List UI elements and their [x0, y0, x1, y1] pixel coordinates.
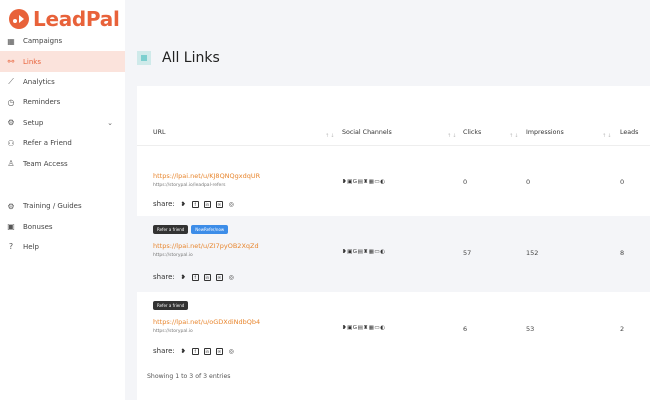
- tag-badge: NewRefer/now: [191, 225, 229, 234]
- table-header: URL ↑↓ Social Channels ↑↓ Clicks ↑↓ Impr…: [137, 122, 650, 146]
- clicks-value: 6: [463, 325, 468, 333]
- person-icon: ♙: [7, 159, 15, 169]
- sidebar-item-refer-a-friend[interactable]: ⚇ Refer a Friend: [0, 133, 125, 153]
- sidebar-item-analytics[interactable]: ⟋ Analytics: [0, 72, 125, 92]
- sidebar-item-label: Bonuses: [23, 222, 53, 231]
- column-header-social-channels[interactable]: Social Channels: [342, 129, 392, 136]
- settings-icon: ⚙: [7, 201, 15, 211]
- sidebar-secondary-nav: ⚙ Training / Guides ▣ Bonuses ? Help: [0, 196, 125, 257]
- column-header-leads[interactable]: Leads: [620, 129, 638, 136]
- impressions-value: 53: [526, 325, 535, 333]
- share-label: share:: [153, 347, 175, 355]
- leads-value: 2: [620, 325, 625, 333]
- sidebar-item-label: Campaigns: [23, 37, 63, 46]
- email-icon[interactable]: ✉: [215, 347, 223, 355]
- twitter-icon[interactable]: ❥: [180, 201, 187, 208]
- sidebar-item-links[interactable]: ⚯ Links: [0, 51, 125, 72]
- logo-icon: [9, 9, 29, 29]
- links-table-card: URL ↑↓ Social Channels ↑↓ Clicks ↑↓ Impr…: [137, 86, 650, 400]
- table-row: Refer a friend https://lpai.net/u/oGDXdi…: [137, 292, 650, 366]
- impressions-value: 152: [526, 249, 539, 257]
- share-bar: share: ❥ f in ✉ ◎: [153, 273, 235, 281]
- table-info: Showing 1 to 3 of 3 entries: [147, 373, 231, 380]
- users-icon: ⚇: [7, 138, 15, 148]
- grid-icon: ▦: [7, 36, 15, 46]
- sort-icon[interactable]: ↑↓: [325, 133, 335, 139]
- impressions-value: 0: [526, 178, 531, 186]
- sidebar-nav: ▦ Campaigns ⚯ Links ⟋ Analytics ◷ Remind…: [0, 31, 125, 174]
- help-icon: ?: [8, 242, 14, 252]
- twitter-icon[interactable]: ❥: [180, 348, 187, 355]
- sidebar-item-bonuses[interactable]: ▣ Bonuses: [0, 216, 125, 236]
- sidebar-item-label: Setup: [23, 118, 44, 127]
- social-channels: ❥▣G▤♜▦▭◐: [342, 249, 386, 255]
- facebook-icon[interactable]: f: [191, 200, 199, 208]
- chevron-down-icon: ⌄: [107, 118, 113, 127]
- sidebar-item-label: Help: [23, 242, 39, 251]
- brand-name: LeadPal: [33, 7, 120, 31]
- page-header: All Links: [125, 38, 220, 78]
- gear-icon: ⚙: [7, 118, 15, 128]
- sidebar-item-team-access[interactable]: ♙ Team Access: [0, 153, 125, 173]
- chart-icon: ⟋: [8, 76, 14, 86]
- table-row: Refer a friend NewRefer/now https://lpai…: [137, 216, 650, 292]
- whatsapp-icon[interactable]: ◎: [228, 201, 235, 208]
- table-row: https://lpai.net/u/KJ8QNQgxdqUR https://…: [137, 146, 650, 216]
- sidebar-item-help[interactable]: ? Help: [0, 237, 125, 257]
- destination-url: https://storypal.io: [153, 253, 193, 258]
- sidebar-item-label: Team Access: [23, 159, 68, 168]
- destination-url: https://storypal.io/leadpal-refers: [153, 183, 226, 188]
- clicks-value: 0: [463, 178, 468, 186]
- sidebar-item-label: Reminders: [23, 98, 61, 107]
- column-header-impressions[interactable]: Impressions: [526, 129, 564, 136]
- share-bar: share: ❥ f in ✉ ◎: [153, 200, 235, 208]
- short-url-link[interactable]: https://lpai.net/u/ZI7pyOB2XqZd: [153, 242, 259, 250]
- share-bar: share: ❥ f in ✉ ◎: [153, 347, 235, 355]
- money-icon: ▣: [7, 222, 15, 232]
- sidebar-item-label: Refer a Friend: [23, 139, 72, 148]
- short-url-link[interactable]: https://lpai.net/u/oGDXdiNdbQb4: [153, 318, 260, 326]
- short-url-link[interactable]: https://lpai.net/u/KJ8QNQgxdqUR: [153, 172, 260, 180]
- linkedin-icon[interactable]: in: [203, 200, 211, 208]
- tag-badge: Refer a friend: [153, 301, 189, 310]
- email-icon[interactable]: ✉: [215, 273, 223, 281]
- share-label: share:: [153, 200, 175, 208]
- share-label: share:: [153, 273, 175, 281]
- sidebar-item-campaigns[interactable]: ▦ Campaigns: [0, 31, 125, 51]
- clicks-value: 57: [463, 249, 472, 257]
- destination-url: https://storypal.io: [153, 329, 193, 334]
- social-channels: ❥▣G▤♜▦▭◐: [342, 179, 386, 185]
- sidebar-item-training-guides[interactable]: ⚙ Training / Guides: [0, 196, 125, 216]
- column-header-clicks[interactable]: Clicks: [463, 129, 481, 136]
- sidebar-item-label: Training / Guides: [23, 202, 82, 211]
- sidebar-item-setup[interactable]: ⚙ Setup ⌄: [0, 113, 125, 133]
- sidebar-item-reminders[interactable]: ◷ Reminders: [0, 92, 125, 112]
- column-header-url[interactable]: URL: [153, 129, 166, 136]
- facebook-icon[interactable]: f: [191, 347, 199, 355]
- leads-value: 8: [620, 249, 625, 257]
- sidebar-item-label: Links: [23, 57, 41, 66]
- social-channels: ❥▣G▤♜▦▭◐: [342, 325, 386, 331]
- tag-list: Refer a friend: [153, 301, 189, 310]
- whatsapp-icon[interactable]: ◎: [228, 348, 235, 355]
- sort-icon[interactable]: ↑↓: [509, 133, 519, 139]
- whatsapp-icon[interactable]: ◎: [228, 274, 235, 281]
- linkedin-icon[interactable]: in: [203, 347, 211, 355]
- page-icon: [137, 51, 151, 65]
- sidebar: LeadPal ▦ Campaigns ⚯ Links ⟋ Analytics …: [0, 0, 125, 400]
- page-title: All Links: [162, 50, 220, 66]
- email-icon[interactable]: ✉: [215, 200, 223, 208]
- tag-list: Refer a friend NewRefer/now: [153, 225, 229, 234]
- sort-icon[interactable]: ↑↓: [447, 133, 457, 139]
- clock-icon: ◷: [7, 97, 15, 107]
- linkedin-icon[interactable]: in: [203, 273, 211, 281]
- twitter-icon[interactable]: ❥: [180, 274, 187, 281]
- leads-value: 0: [620, 178, 625, 186]
- sidebar-item-label: Analytics: [23, 77, 55, 86]
- tag-badge: Refer a friend: [153, 225, 189, 234]
- brand-logo[interactable]: LeadPal: [8, 6, 120, 32]
- sort-icon[interactable]: ↑↓: [602, 133, 612, 139]
- link-icon: ⚯: [7, 57, 15, 67]
- facebook-icon[interactable]: f: [191, 273, 199, 281]
